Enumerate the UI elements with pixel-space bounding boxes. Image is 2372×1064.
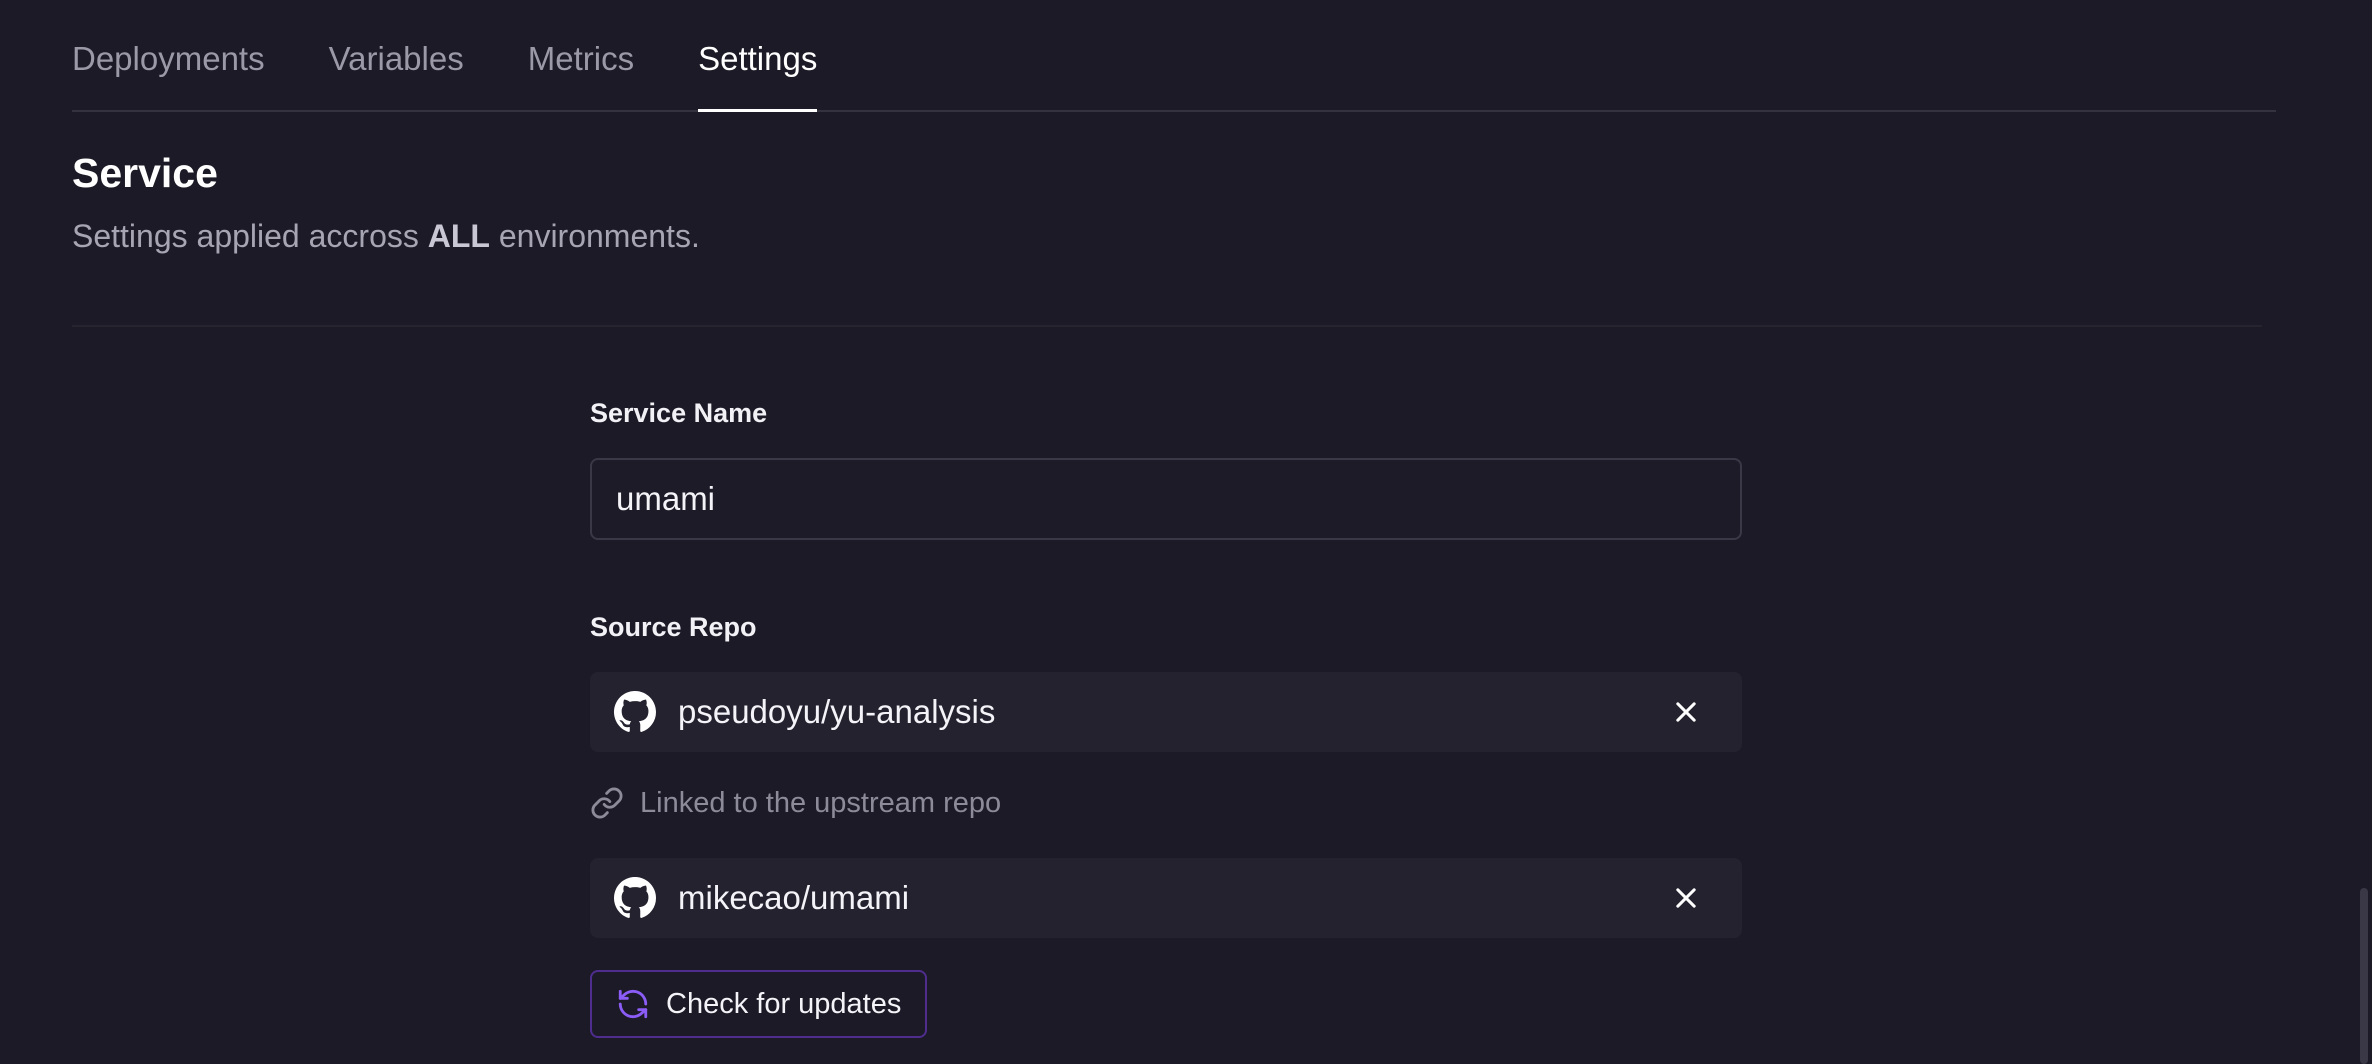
service-name-input[interactable]: umami — [590, 458, 1742, 540]
service-name-value: umami — [616, 480, 716, 517]
source-repo-label: Source Repo — [590, 612, 757, 642]
linked-upstream-text: Linked to the upstream repo — [640, 786, 1002, 819]
service-name-label: Service Name — [590, 398, 768, 428]
section-title: Service — [72, 150, 218, 196]
remove-upstream-repo-close-icon[interactable] — [1672, 884, 1700, 912]
section-divider — [72, 325, 2262, 327]
github-icon — [614, 691, 656, 732]
remove-source-repo-close-icon[interactable] — [1672, 698, 1700, 726]
section-description-emphasis: ALL — [427, 218, 490, 254]
tab-metrics[interactable]: Metrics — [528, 0, 634, 110]
upstream-repo-row: mikecao/umami — [590, 858, 1742, 938]
service-tabs: Deployments Variables Metrics Settings — [72, 0, 2276, 112]
tab-variables[interactable]: Variables — [329, 0, 464, 110]
check-for-updates-label: Check for updates — [666, 987, 902, 1020]
refresh-icon — [618, 989, 648, 1019]
check-for-updates-button[interactable]: Check for updates — [590, 970, 928, 1038]
scrollbar-thumb[interactable] — [2360, 888, 2368, 1064]
upstream-repo-name: mikecao/umami — [678, 879, 910, 916]
tab-settings[interactable]: Settings — [698, 0, 818, 112]
section-description-prefix: Settings applied accross — [72, 218, 428, 254]
section-description-suffix: environments. — [489, 218, 700, 254]
source-repo-name: pseudoyu/yu-analysis — [678, 693, 996, 730]
settings-page: Deployments Variables Metrics Settings S… — [0, 0, 2372, 1064]
source-repo-row: pseudoyu/yu-analysis — [590, 672, 1742, 752]
tab-deployments[interactable]: Deployments — [72, 0, 265, 110]
linked-upstream-note: Linked to the upstream repo — [590, 786, 1001, 820]
link-icon — [591, 787, 623, 819]
github-icon — [614, 877, 656, 918]
section-description: Settings applied accross ALL environment… — [72, 218, 700, 255]
